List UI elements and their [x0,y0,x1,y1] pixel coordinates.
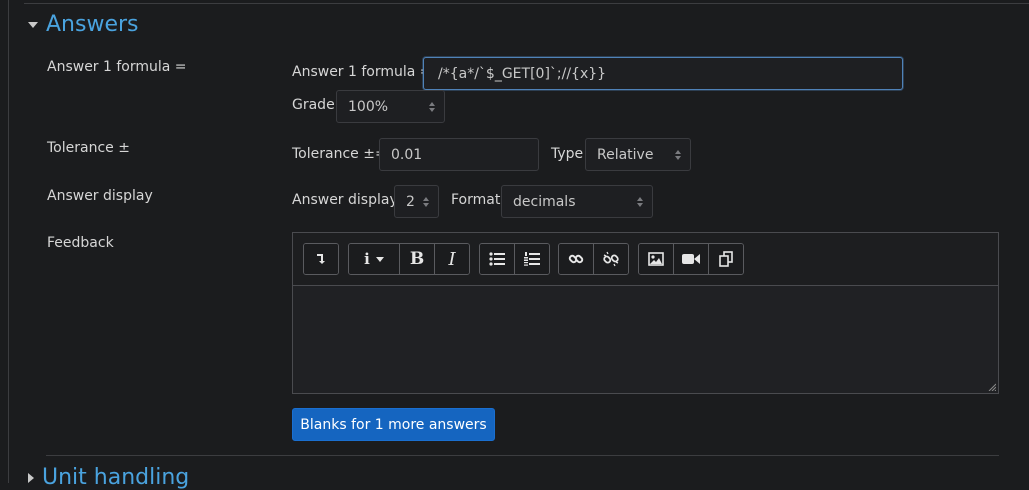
tolerance-type-value: Relative [597,146,654,163]
resize-handle-icon[interactable] [988,383,996,391]
answer-display-label: Answer display [292,192,398,208]
answer-display-value: 2 [406,193,415,210]
toolbar-group-media [638,243,744,275]
editor-toolbar: i B I [293,233,998,286]
answer-formula-input[interactable]: /*{a*/`$_GET[0]`;//{x}} [423,57,903,90]
toolbar-group-style: i B I [348,243,470,275]
answer-display-row-label: Answer display [47,188,153,204]
chevron-down-icon [28,21,38,28]
select-arrows-icon [675,149,681,160]
select-arrows-icon [423,196,429,207]
format-label: Format [451,192,501,208]
chevron-right-icon [28,472,34,483]
blanks-more-answers-button[interactable]: Blanks for 1 more answers [292,408,495,441]
toolbar-group-collapse [303,243,339,275]
info-icon: i [364,250,370,268]
format-select[interactable]: decimals [501,185,653,218]
insert-image-button[interactable] [639,244,674,274]
answer-formula-value: /*{a*/`$_GET[0]`;//{x}} [438,65,607,82]
italic-button[interactable]: I [435,244,469,274]
select-arrows-icon [637,196,643,207]
dropdown-caret-icon [375,256,384,262]
tolerance-value: 0.01 [391,146,423,163]
unordered-list-button[interactable] [480,244,515,274]
bold-icon: B [409,249,425,269]
tolerance-input[interactable]: 0.01 [379,138,539,171]
bold-button[interactable]: B [400,244,435,274]
answers-section-toggle[interactable]: Answers [28,12,139,37]
select-arrows-icon [429,101,435,112]
grade-label: Grade [292,97,335,113]
feedback-editor: i B I [292,232,999,394]
ordered-list-button[interactable] [515,244,549,274]
answers-section-title: Answers [46,12,139,37]
manage-files-icon [719,251,733,267]
grade-value: 100% [348,98,389,115]
unlink-icon [603,251,619,267]
link-icon [568,254,584,264]
answer-formula-label: Answer 1 formula = [292,64,432,80]
section-divider [46,455,999,456]
unit-handling-section-toggle[interactable]: Unit handling [28,465,189,490]
feedback-row-label: Feedback [47,235,114,251]
section-border [8,0,9,483]
grade-select[interactable]: 100% [336,90,445,123]
unlink-button[interactable] [594,244,628,274]
answer-display-select[interactable]: 2 [394,185,439,218]
collapse-toolbar-icon [317,254,325,264]
paragraph-styles-button[interactable]: i [349,244,400,274]
manage-files-button[interactable] [709,244,743,274]
link-button[interactable] [559,244,594,274]
feedback-textarea[interactable] [293,286,998,393]
video-icon [682,254,700,264]
collapse-toolbar-button[interactable] [304,244,338,274]
ordered-list-icon [524,252,540,266]
tolerance-row-label: Tolerance ± [47,140,130,156]
answer-formula-row-label: Answer 1 formula = [47,59,187,75]
italic-icon: I [448,248,456,270]
tolerance-label: Tolerance ±= [292,146,387,162]
format-value: decimals [513,193,576,210]
tolerance-type-label: Type [551,146,584,162]
toolbar-group-links [558,243,629,275]
insert-media-button[interactable] [674,244,709,274]
unordered-list-icon [489,252,505,266]
tolerance-type-select[interactable]: Relative [585,138,691,171]
toolbar-group-lists [479,243,550,275]
top-divider [24,3,1029,4]
unit-handling-section-title: Unit handling [42,465,190,490]
image-icon [648,252,664,266]
